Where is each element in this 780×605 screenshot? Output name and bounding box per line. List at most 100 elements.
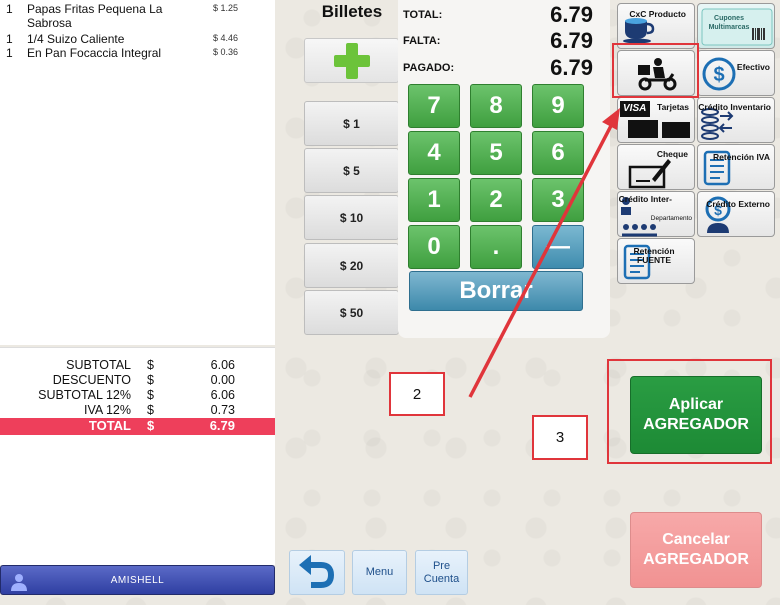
user-bar[interactable]: AMISHELL [0,565,275,595]
order-line-qty: 1 [6,2,13,16]
tile-credito-inventario[interactable]: Crédito Inventario [697,97,775,143]
tile-retencion-fuente[interactable]: Retención FUENTE [617,238,695,284]
borrar-button[interactable]: Borrar [409,271,583,311]
order-line[interactable]: 1 Papas Fritas Pequena La Sabrosa $ 1.25 [0,2,275,30]
tile-tarjetas[interactable]: VISA Tarjetas [617,97,695,143]
plus-icon [333,42,370,79]
tile-cxc-label: CxC Producto [629,9,686,19]
pagado-display: PAGADO: 6.79 [403,55,603,80]
step-3-callout: 3 [532,415,588,460]
aplicar-agregador-button[interactable]: Aplicar AGREGADOR [630,376,762,454]
subtotal-row: SUBTOTAL $ 6.06 [0,358,275,373]
falta-display-value: 6.79 [550,28,593,53]
key-3[interactable]: 3 [532,178,584,222]
cancel-line1: Cancelar [662,531,730,548]
currency-symbol: $ [147,373,154,387]
bill-1-button[interactable]: $ 1 [304,101,399,146]
key-5[interactable]: 5 [470,131,522,175]
tile-credito-externo-label: Crédito Externo [706,199,770,209]
descuento-value: 0.00 [210,373,235,387]
pre-cuenta-line1: Pre [432,559,451,572]
tile-cupones-label: Cupones Multimarcas [708,15,750,31]
order-line-qty: 1 [6,46,13,60]
undo-button[interactable] [289,550,345,595]
order-line-price: $ 1.25 [213,3,239,13]
key-8[interactable]: 8 [470,84,522,128]
cancel-line2: AGREGADOR [643,551,749,568]
tile-retencion-iva-label: Retención IVA [713,152,770,162]
tile-cheque[interactable]: Cheque [617,144,695,190]
tile-tarjetas-label: Tarjetas [657,102,689,112]
user-name: AMISHELL [110,575,165,586]
key-1[interactable]: 1 [408,178,460,222]
cash-dollar-icon: $ [702,57,736,91]
total-display: TOTAL: 6.79 [403,2,603,27]
subtotal-12-label: SUBTOTAL 12% [38,388,131,402]
pre-cuenta-button[interactable]: Pre Cuenta [415,550,468,595]
order-line-desc: En Pan Focaccia Integral [27,46,162,60]
currency-symbol: $ [147,403,154,417]
order-line-qty: 1 [6,32,13,46]
descuento-row: DESCUENTO $ 0.00 [0,373,275,388]
iva-value: 0.73 [210,403,235,417]
subtotal-12-value: 6.06 [210,388,235,402]
pagado-display-value: 6.79 [550,55,593,80]
key-4[interactable]: 4 [408,131,460,175]
apply-line2: AGREGADOR [643,416,749,433]
add-bill-button[interactable] [304,38,399,83]
iva-row: IVA 12% $ 0.73 [0,403,275,418]
order-line-price: $ 4.46 [213,33,239,43]
order-line[interactable]: 1 En Pan Focaccia Integral $ 0.36 [0,46,275,60]
menu-button[interactable]: Menu [352,550,407,595]
tile-credito-inventario-label: Crédito Inventario [698,102,771,112]
bill-20-button[interactable]: $ 20 [304,243,399,288]
tile-retencion-iva[interactable]: Retención IVA [697,144,775,190]
pre-cuenta-line2: Cuenta [423,572,460,585]
pagado-display-label: PAGADO: [403,62,455,74]
cancelar-agregador-button[interactable]: Cancelar AGREGADOR [630,512,762,588]
subtotal-label: SUBTOTAL [66,358,131,372]
key-7[interactable]: 7 [408,84,460,128]
subtotal-value: 6.06 [210,358,235,372]
order-line-desc: 1/4 Suizo Caliente [27,32,125,46]
tile-cheque-label: Cheque [656,149,688,159]
highlight-box-delivery [612,43,699,98]
key-backspace[interactable]: — [532,225,584,269]
menu-label: Menu [365,566,394,578]
bill-10-button[interactable]: $ 10 [304,195,399,240]
order-list: 1 Papas Fritas Pequena La Sabrosa $ 1.25… [0,0,275,345]
iva-label: IVA 12% [83,403,131,417]
tile-retencion-fuente-label: Retención FUENTE [633,246,675,265]
currency-symbol: $ [147,388,154,402]
key-2[interactable]: 2 [470,178,522,222]
visa-text: VISA [623,103,647,114]
order-line-desc: Papas Fritas Pequena La Sabrosa [27,2,163,30]
key-decimal[interactable]: . [470,225,522,269]
totals-panel: SUBTOTAL $ 6.06 DESCUENTO $ 0.00 SUBTOTA… [0,347,275,565]
total-display-value: 6.79 [550,2,593,27]
total-label: TOTAL [88,418,131,433]
key-9[interactable]: 9 [532,84,584,128]
total-row: TOTAL $ 6.79 [0,418,275,435]
tile-credito-inter-sub: Departamento [650,215,692,222]
tile-credito-inter-label: Crédito Inter- [618,194,672,204]
key-0[interactable]: 0 [408,225,460,269]
total-display-label: TOTAL: [403,9,443,21]
currency-symbol: $ [147,358,154,372]
tile-credito-interdepartamento[interactable]: Crédito Inter- Departamento [617,191,695,237]
bill-50-button[interactable]: $ 50 [304,290,399,335]
order-line[interactable]: 1 1/4 Suizo Caliente $ 4.46 [0,32,275,46]
order-line-price: $ 0.36 [213,47,239,57]
apply-line1: Aplicar [668,396,724,413]
currency-symbol: $ [147,418,155,433]
tile-credito-externo[interactable]: $ Crédito Externo [697,191,775,237]
tile-cupones[interactable]: Cupones Multimarcas [697,3,775,49]
descuento-label: DESCUENTO [52,373,131,387]
key-6[interactable]: 6 [532,131,584,175]
tile-efectivo-label: Efectivo [736,62,770,72]
tile-efectivo[interactable]: $ Efectivo [697,50,775,96]
bill-5-button[interactable]: $ 5 [304,148,399,193]
falta-display: FALTA: 6.79 [403,28,603,53]
billetes-title: Billetes [321,2,383,21]
falta-display-label: FALTA: [403,35,441,47]
